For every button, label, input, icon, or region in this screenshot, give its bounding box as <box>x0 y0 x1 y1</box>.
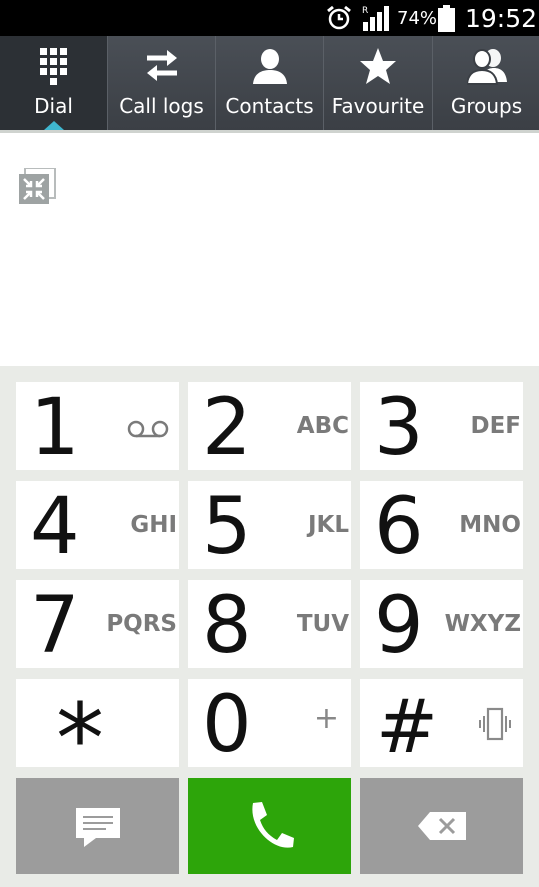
key-letters: WXYZ <box>444 611 521 637</box>
group-icon <box>466 49 507 85</box>
key-letters: DEF <box>470 413 521 439</box>
signal-roaming-label: R <box>362 6 368 16</box>
tab-call-logs[interactable]: Call logs <box>108 36 216 130</box>
key-letters: GHI <box>130 512 177 538</box>
tab-bar: Dial Call logs Contacts Favourite Groups <box>0 36 539 130</box>
key-7[interactable]: 7 PQRS <box>16 580 179 668</box>
call-button[interactable] <box>188 778 351 874</box>
tab-label: Groups <box>450 94 523 118</box>
tab-label: Dial <box>34 94 73 118</box>
tab-label: Contacts <box>225 94 314 118</box>
key-5[interactable]: 5 JKL <box>188 481 351 569</box>
tab-groups[interactable]: Groups <box>433 36 539 130</box>
backspace-button[interactable] <box>360 778 523 874</box>
person-icon <box>252 49 287 84</box>
key-letters: MNO <box>459 512 521 538</box>
key-digit: 1 <box>30 383 80 473</box>
key-letters: JKL <box>307 512 349 538</box>
key-hash[interactable]: # <box>360 679 523 770</box>
key-digit: 5 <box>202 482 252 572</box>
star-icon <box>360 48 396 84</box>
status-bar: R 74% 19:52 <box>0 0 539 36</box>
tab-favourite[interactable]: Favourite <box>324 36 433 130</box>
dialpad-icon <box>39 48 67 85</box>
key-digit: 4 <box>30 482 80 572</box>
key-4[interactable]: 4 GHI <box>16 481 179 569</box>
tab-dial[interactable]: Dial <box>0 36 108 130</box>
swap-arrows-icon <box>146 50 177 81</box>
message-icon <box>76 808 120 847</box>
key-9[interactable]: 9 WXYZ <box>360 580 523 668</box>
key-letters: ABC <box>296 413 349 439</box>
key-letters: TUV <box>296 611 349 637</box>
key-1[interactable]: 1 <box>16 382 179 470</box>
key-digit: * <box>56 683 104 795</box>
vibrate-icon <box>479 707 511 741</box>
alarm-icon <box>327 5 351 30</box>
key-digit: 3 <box>374 383 424 473</box>
phone-icon <box>252 802 294 848</box>
battery-percent: 74% <box>397 8 438 29</box>
key-2[interactable]: 2 ABC <box>188 382 351 470</box>
number-display[interactable] <box>0 133 539 366</box>
voicemail-icon <box>127 420 169 438</box>
key-digit: 8 <box>202 581 252 671</box>
key-6[interactable]: 6 MNO <box>360 481 523 569</box>
dialpad: 1 2 ABC 3 DEF 4 GHI 5 JKL 6 MNO 7 PQRS 8… <box>0 366 539 887</box>
collapse-keypad-icon[interactable] <box>17 168 57 206</box>
signal-icon: R <box>362 6 389 31</box>
message-button[interactable] <box>16 778 179 874</box>
key-3[interactable]: 3 DEF <box>360 382 523 470</box>
backspace-icon <box>418 812 466 840</box>
active-tab-indicator <box>43 121 64 130</box>
key-digit: # <box>376 684 439 770</box>
key-8[interactable]: 8 TUV <box>188 580 351 668</box>
key-letters: PQRS <box>106 611 177 637</box>
tab-label: Favourite <box>331 94 425 118</box>
key-letters: + <box>313 701 339 736</box>
key-star[interactable]: * <box>16 679 179 787</box>
clock: 19:52 <box>465 4 538 33</box>
key-0[interactable]: 0 + <box>188 679 351 767</box>
tab-label: Call logs <box>119 94 204 118</box>
key-digit: 6 <box>374 482 424 572</box>
key-digit: 0 <box>202 680 252 770</box>
battery-icon <box>438 5 455 32</box>
tab-contacts[interactable]: Contacts <box>216 36 324 130</box>
key-digit: 2 <box>202 383 252 473</box>
